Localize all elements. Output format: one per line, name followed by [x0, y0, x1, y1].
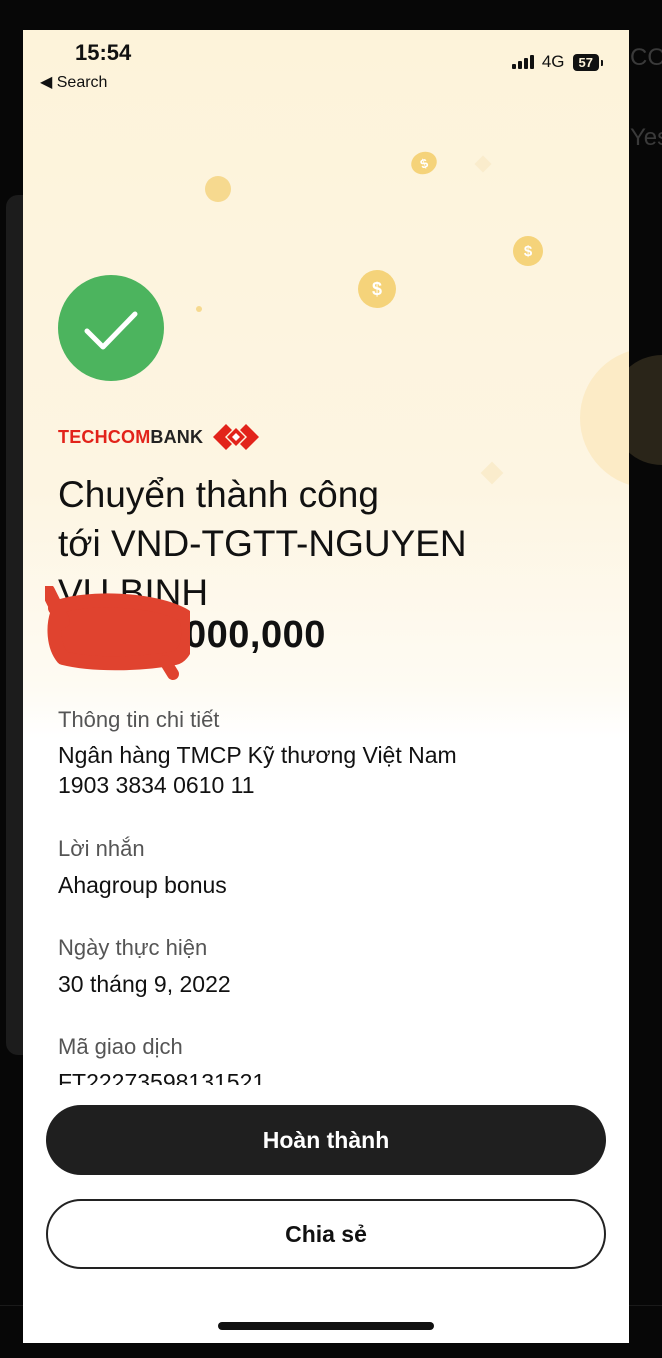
background-text-top: CO	[630, 44, 662, 71]
detail-bank-name: Ngân hàng TMCP Kỹ thương Việt Nam	[58, 742, 457, 768]
background-text-yes: Yes	[630, 124, 662, 151]
redaction-scribble	[45, 586, 190, 680]
network-label: 4G	[541, 52, 565, 71]
done-button[interactable]: Hoàn thành	[46, 1105, 606, 1175]
message-value: Ahagroup bonus	[58, 872, 227, 898]
transaction-id-label: Mã giao dịch	[58, 1034, 183, 1059]
detail-account-number: 1903 3834 0610 11	[58, 772, 255, 798]
message-label: Lời nhắn	[58, 836, 145, 861]
bank-logo-mark-icon	[213, 424, 260, 450]
status-time: 15:54	[75, 40, 132, 65]
status-indicators: 4G 57	[511, 52, 604, 72]
signal-icon	[511, 55, 534, 69]
coin-icon: $	[408, 148, 440, 178]
date-label: Ngày thực hiện	[58, 935, 208, 960]
date-value: 30 tháng 9, 2022	[58, 971, 231, 997]
coin-icon: $	[513, 236, 543, 266]
home-indicator[interactable]	[218, 1322, 434, 1330]
large-coin-icon	[580, 348, 629, 488]
coin-icon: $	[358, 270, 396, 308]
techcombank-logo: TECHCOMBANK	[58, 422, 260, 452]
share-button[interactable]: Chia sẻ	[46, 1199, 606, 1269]
bank-logo-text: TECHCOMBANK	[58, 426, 204, 447]
transfer-receipt-screen: 15:54 ◀ Search 4G 57 $ $ $ TECHCOMBANK C…	[23, 30, 629, 1343]
decor-dot	[205, 176, 231, 202]
back-to-search-link[interactable]: ◀ Search	[40, 72, 107, 92]
success-check-icon	[58, 275, 164, 381]
detail-info-label: Thông tin chi tiết	[58, 707, 220, 732]
decor-dot	[196, 306, 202, 312]
battery-icon: 57	[572, 53, 604, 71]
decor-diamond	[474, 155, 492, 173]
